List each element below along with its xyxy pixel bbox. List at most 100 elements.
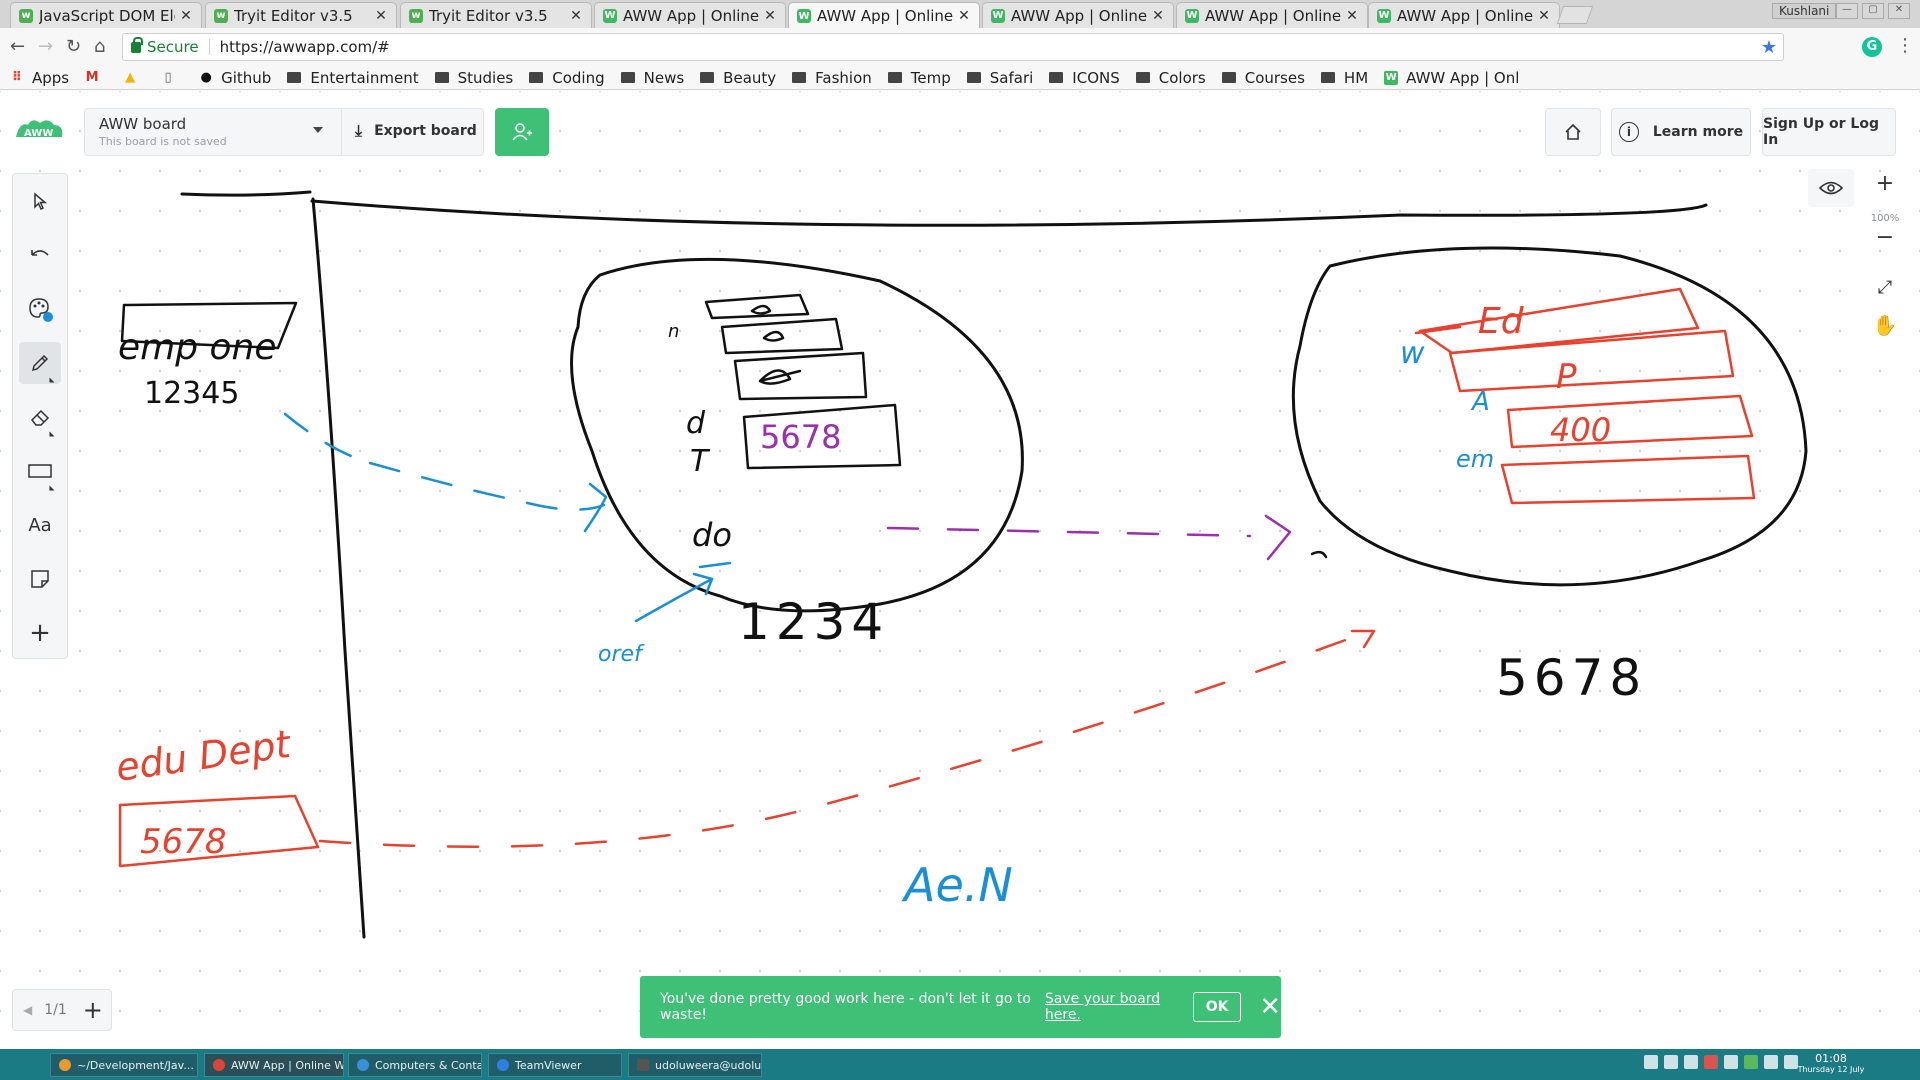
logo-text: AWW [24, 128, 53, 139]
taskbar-item[interactable]: ~/Development/Jav... [50, 1053, 198, 1077]
close-icon[interactable]: ✕ [763, 8, 777, 24]
learn-more-button[interactable]: i Learn more [1611, 108, 1751, 156]
sticky-note-button[interactable] [19, 558, 61, 600]
address-bar[interactable]: Secure https://awwapp.com/# ★ [122, 33, 1784, 61]
tray-icon[interactable] [1684, 1055, 1698, 1069]
profile-name[interactable]: Kushlani [1772, 3, 1837, 19]
tray-icon[interactable] [1744, 1055, 1758, 1069]
grammarly-icon[interactable]: G [1862, 37, 1882, 57]
bookmark-label: Apps [32, 68, 70, 87]
forward-icon[interactable]: → [38, 36, 53, 57]
bookmark-folder[interactable]: HM [1320, 69, 1368, 87]
signup-login-button[interactable]: Sign Up or Log In [1762, 108, 1896, 156]
url-text[interactable]: https://awwapp.com/# [220, 38, 390, 56]
close-icon[interactable]: ✕ [1151, 8, 1165, 24]
save-board-link[interactable]: Save your board here. [1045, 991, 1183, 1023]
browser-tab[interactable]: W AWW App | Online ✕ [594, 2, 786, 28]
bookmark-github[interactable]: ● Github [199, 69, 271, 87]
reload-icon[interactable]: ↻ [66, 36, 81, 57]
bookmark-star-icon[interactable]: ★ [1761, 37, 1777, 58]
secure-indicator[interactable]: Secure [131, 36, 199, 56]
taskbar-label: udoluweera@udolu... [655, 1058, 762, 1072]
eraser-tool-button[interactable] [19, 396, 61, 438]
bookmark-folder[interactable]: Beauty [700, 69, 776, 87]
ink-stroke [180, 190, 312, 197]
tray-icon[interactable] [1664, 1055, 1678, 1069]
tray-icon[interactable] [1704, 1055, 1718, 1069]
bookmark-folder[interactable]: Colors [1135, 69, 1206, 87]
browser-tab[interactable]: W AWW App | Online ✕ [1368, 2, 1560, 28]
close-icon[interactable]: ✕ [1259, 992, 1281, 1022]
close-icon[interactable]: ✕ [1345, 8, 1359, 24]
new-tab-button[interactable] [1556, 6, 1594, 24]
text-tool-button[interactable]: Aa [19, 504, 61, 546]
close-icon[interactable]: ✕ [1537, 8, 1551, 24]
bookmark-gmail[interactable]: M [85, 70, 107, 85]
close-window-icon[interactable]: ✕ [1888, 3, 1910, 19]
export-board-button[interactable]: ⤓ Export board [355, 121, 477, 141]
home-icon[interactable]: ⌂ [94, 36, 105, 57]
view-mode-button[interactable] [1808, 169, 1854, 207]
bookmark-page[interactable]: ▯ [161, 70, 183, 85]
add-page-button[interactable]: + [83, 996, 103, 1024]
pencil-tool-button[interactable] [19, 342, 61, 384]
whiteboard-canvas[interactable]: emp one 12345 n d T do 5678 1234 5678 Ed… [0, 91, 1920, 1049]
bookmark-folder[interactable]: Fashion [792, 69, 872, 87]
close-icon[interactable]: ✕ [374, 8, 388, 24]
taskbar-item[interactable]: TeamViewer [488, 1053, 622, 1077]
back-icon[interactable]: ← [10, 36, 25, 57]
ink-stroke [311, 197, 366, 939]
bookmark-aww[interactable]: W AWW App | Onl [1384, 69, 1519, 87]
browser-tab-active[interactable]: W AWW App | Online ✕ [788, 2, 980, 29]
shape-tool-button[interactable] [19, 450, 61, 492]
taskbar-item[interactable]: udoluweera@udolu... [628, 1053, 762, 1077]
taskbar-item-active[interactable]: AWW App | Online W... [204, 1053, 344, 1077]
tray-icon[interactable] [1644, 1055, 1658, 1069]
zoom-in-button[interactable]: + [1862, 171, 1908, 196]
invite-user-button[interactable] [495, 108, 549, 156]
bookmark-folder[interactable]: Coding [529, 69, 605, 87]
add-tool-button[interactable]: + [19, 612, 61, 654]
browser-tab[interactable]: w Tryit Editor v3.5 ✕ [400, 2, 592, 28]
plus-icon: + [1875, 171, 1895, 196]
tab-title: AWW App | Online [817, 7, 953, 25]
prev-page-icon[interactable]: ◀ [23, 1003, 32, 1017]
bookmark-folder[interactable]: Studies [434, 69, 513, 87]
undo-button[interactable] [19, 234, 61, 276]
browser-tab[interactable]: w Tryit Editor v3.5 ✕ [205, 2, 397, 28]
pan-tool-button[interactable]: ✋ [1862, 313, 1908, 337]
browser-tab[interactable]: W AWW App | Online ✕ [982, 2, 1174, 28]
menu-dots-icon[interactable]: ⋮ [1896, 35, 1914, 56]
bookmark-folder[interactable]: Entertainment [287, 69, 419, 87]
close-icon[interactable]: ✕ [179, 8, 193, 24]
w3-icon: w [409, 8, 423, 23]
bookmark-folder[interactable]: Temp [887, 69, 951, 87]
select-tool-button[interactable] [19, 180, 61, 222]
maximize-icon[interactable]: ▢ [1862, 3, 1884, 19]
board-menu[interactable]: AWW board This board is not saved ⤓ Expo… [84, 108, 484, 156]
close-icon[interactable]: ✕ [569, 8, 583, 24]
tray-icon[interactable] [1764, 1055, 1778, 1069]
bookmark-folder[interactable]: News [620, 69, 684, 87]
close-icon[interactable]: ✕ [957, 8, 971, 24]
bookmark-apps[interactable]: ⠿ Apps [10, 69, 69, 87]
fit-screen-button[interactable]: ⤢ [1862, 277, 1908, 298]
ok-button[interactable]: OK [1193, 992, 1242, 1022]
bookmark-folder[interactable]: ICONS [1049, 68, 1120, 87]
home-button[interactable] [1545, 108, 1601, 156]
color-picker-button[interactable] [19, 288, 61, 330]
minimize-icon[interactable]: — [1836, 3, 1858, 19]
clock[interactable]: 01:08 Thursday 12 July [1796, 1052, 1866, 1074]
bookmark-folder[interactable]: Safari [966, 69, 1033, 87]
browser-tab[interactable]: W AWW App | Online ✕ [1176, 2, 1368, 28]
zoom-out-button[interactable]: − [1862, 225, 1908, 250]
sticky-note-icon [31, 570, 49, 588]
bookmark-folder[interactable]: Courses [1221, 69, 1305, 87]
bookmark-drive[interactable]: ▲ [123, 70, 145, 85]
aww-logo-icon[interactable]: AWW [14, 117, 66, 145]
tray-icon[interactable] [1724, 1055, 1738, 1069]
taskbar-item[interactable]: Computers & Conta... [348, 1053, 482, 1077]
browser-tab[interactable]: w JavaScript DOM Ele ✕ [10, 2, 202, 28]
caret-down-icon[interactable] [313, 127, 323, 133]
bookmark-label: ICONS [1072, 68, 1120, 87]
